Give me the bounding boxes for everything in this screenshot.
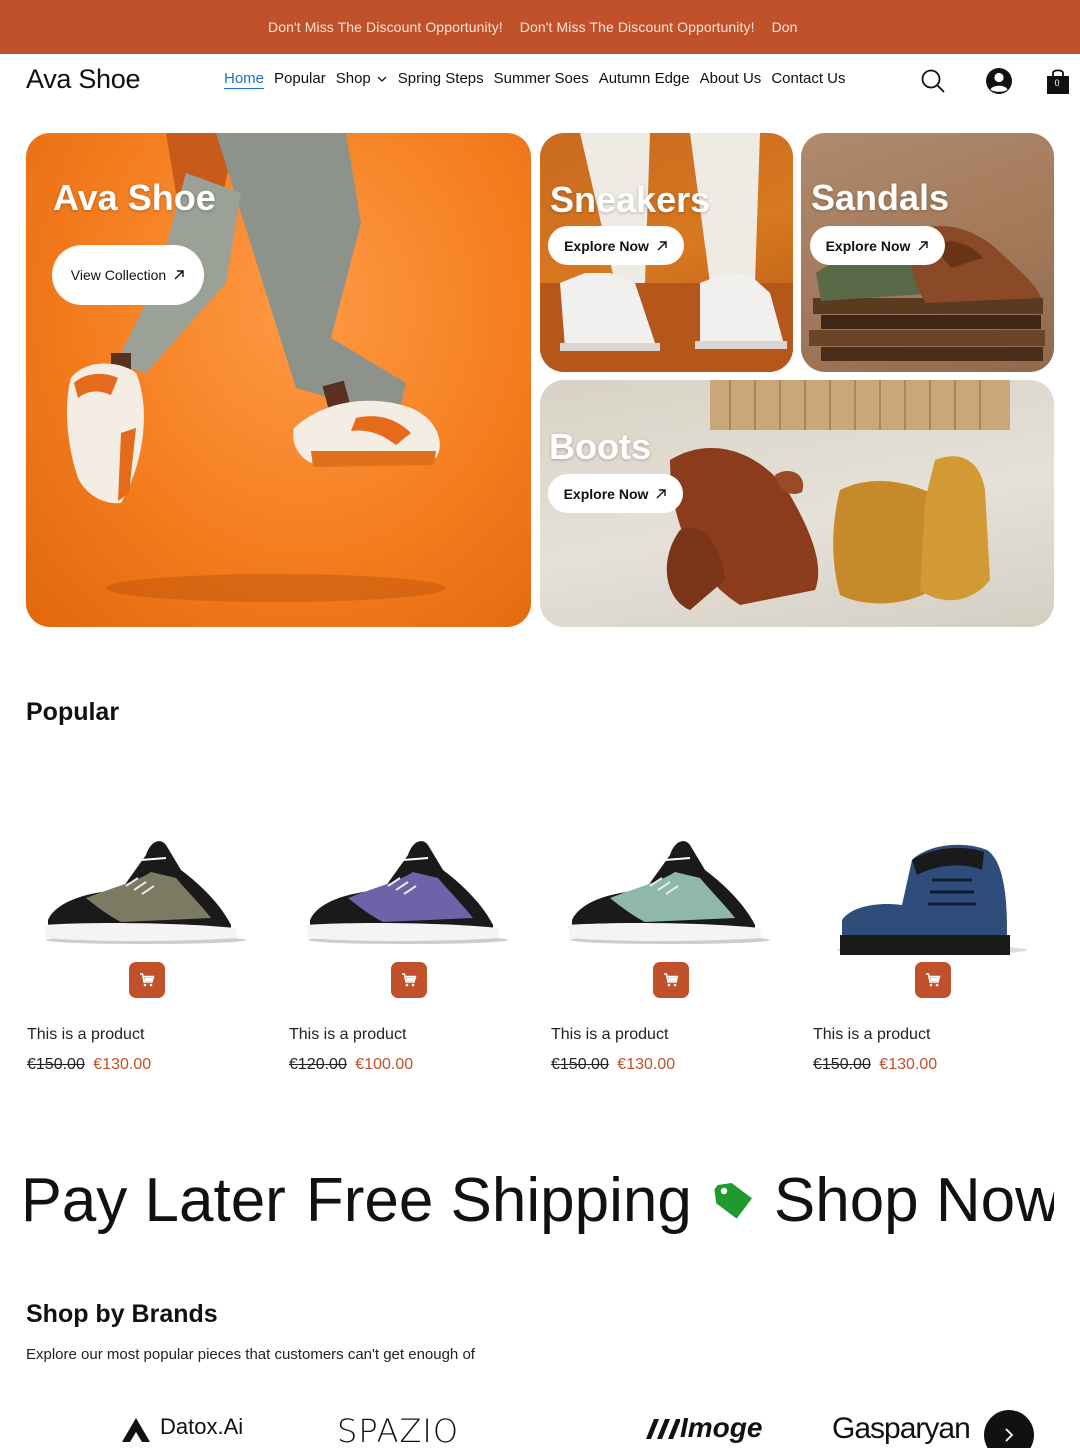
product-name[interactable]: This is a product (289, 1026, 406, 1044)
nav-contact-us[interactable]: Contact Us (771, 70, 845, 87)
arrow-up-right-icon (918, 240, 929, 250)
boots-explore-button[interactable]: Explore Now (548, 474, 683, 513)
cart-icon (664, 973, 679, 987)
cart-icon (926, 973, 941, 987)
imoge-logo-icon (646, 1419, 680, 1439)
cart-button[interactable]: 0 (1046, 66, 1070, 96)
hero-main-title: Ava Shoe (53, 177, 216, 218)
nav-about-us[interactable]: About Us (700, 70, 762, 87)
brand-logo-imoge[interactable]: Imoge (640, 1412, 762, 1444)
sneakers-explore-button[interactable]: Explore Now (548, 226, 684, 265)
add-to-cart-button[interactable] (129, 962, 165, 998)
product-name[interactable]: This is a product (813, 1026, 930, 1044)
product-price: €150.00 €130.00 (551, 1056, 675, 1074)
chevron-down-icon (377, 76, 387, 82)
cart-icon (140, 973, 155, 987)
sandals-title: Sandals (811, 177, 950, 218)
arrow-up-right-icon (174, 270, 184, 280)
sale-price: €130.00 (879, 1056, 938, 1073)
product-name[interactable]: This is a product (551, 1026, 668, 1044)
price-tag-icon (714, 1183, 752, 1219)
brand-name: SPAZIO (337, 1412, 459, 1448)
product-price: €150.00 €130.00 (27, 1056, 151, 1074)
brands-next-button[interactable] (984, 1410, 1034, 1448)
sandals-tile[interactable]: Sandals Explore Now (801, 133, 1054, 372)
arrow-up-right-icon (657, 240, 667, 250)
sneakers-title: Sneakers (550, 179, 711, 220)
view-collection-button[interactable]: View Collection (52, 245, 204, 305)
add-to-cart-button[interactable] (653, 962, 689, 998)
search-icon[interactable] (918, 66, 948, 96)
product-card[interactable]: This is a product €150.00 €130.00 (550, 810, 790, 1090)
brand-logo-gasparyan[interactable]: Gasparyan (832, 1412, 971, 1446)
nav-popular[interactable]: Popular (274, 70, 326, 87)
main-nav: Home Popular Shop Spring Steps Summer So… (224, 70, 856, 87)
site-header: Ava Shoe Home Popular Shop Spring Steps … (0, 54, 1080, 110)
nav-shop-label: Shop (335, 70, 371, 87)
nav-shop[interactable]: Shop (336, 70, 388, 87)
sale-price: €100.00 (355, 1056, 414, 1073)
product-price: €120.00 €100.00 (289, 1056, 413, 1074)
cart-icon (402, 973, 417, 987)
brand-logo-spazio[interactable]: SPAZIO (337, 1412, 459, 1448)
original-price: €150.00 (813, 1056, 871, 1073)
product-image[interactable] (812, 810, 1052, 960)
add-to-cart-button[interactable] (391, 962, 427, 998)
sandals-explore-label: Explore Now (825, 237, 911, 254)
original-price: €150.00 (27, 1056, 85, 1073)
brands-subtitle: Explore our most popular pieces that cus… (26, 1346, 475, 1363)
boots-tile[interactable]: Boots Explore Now (540, 380, 1054, 627)
arrow-up-right-icon (656, 488, 667, 498)
product-image[interactable] (550, 810, 790, 960)
product-image[interactable] (288, 810, 528, 960)
nav-home[interactable]: Home (224, 70, 264, 87)
product-image[interactable] (26, 810, 266, 960)
brands-section-title: Shop by Brands (26, 1300, 218, 1328)
datox-logo-icon (122, 1418, 150, 1442)
view-collection-label: View Collection (70, 267, 167, 283)
cart-count: 0 (1054, 78, 1060, 88)
sale-price: €130.00 (617, 1056, 676, 1073)
nav-spring-steps[interactable]: Spring Steps (398, 70, 484, 87)
sneakers-explore-label: Explore Now (564, 237, 649, 254)
brand-name: Imoge (680, 1412, 763, 1443)
product-name[interactable]: This is a product (27, 1026, 144, 1044)
popular-section-title: Popular (26, 698, 120, 726)
nav-autumn-edge[interactable]: Autumn Edge (599, 70, 690, 87)
announcement-text: Don (771, 19, 798, 35)
brand-logo-datox[interactable]: Datox.Ai (120, 1412, 243, 1442)
product-card[interactable]: This is a product €150.00 €130.00 (26, 810, 266, 1090)
nav-summer-soes[interactable]: Summer Soes (494, 70, 589, 87)
chevron-right-icon (1005, 1428, 1014, 1442)
brand-name: Datox.Ai (160, 1414, 244, 1439)
promo-marquee: , Pay Later Free Shipping Shop Now (26, 1160, 1054, 1240)
original-price: €150.00 (551, 1056, 609, 1073)
marquee-text: Free Shipping (305, 1165, 692, 1235)
announcement-bar: Don't Miss The Discount Opportunity! Don… (0, 0, 1080, 54)
original-price: €120.00 (289, 1056, 347, 1073)
sale-price: €130.00 (93, 1056, 152, 1073)
boots-explore-label: Explore Now (563, 485, 649, 502)
announcement-track: Don't Miss The Discount Opportunity! Don… (268, 0, 815, 54)
marquee-text: Shop Now (773, 1165, 1054, 1235)
site-logo[interactable]: Ava Shoe (26, 64, 141, 95)
marquee-text: , Pay Later (26, 1165, 286, 1235)
product-card[interactable]: This is a product €120.00 €100.00 (288, 810, 528, 1090)
hero-main-tile[interactable]: Ava Shoe View Collection (26, 133, 531, 627)
announcement-text: Don't Miss The Discount Opportunity! (268, 19, 503, 35)
sneakers-tile[interactable]: Sneakers Explore Now (540, 133, 793, 372)
add-to-cart-button[interactable] (915, 962, 951, 998)
product-price: €150.00 €130.00 (813, 1056, 937, 1074)
boots-title: Boots (549, 426, 651, 467)
promo-marquee-track: , Pay Later Free Shipping Shop Now (26, 1160, 1054, 1240)
sandals-explore-button[interactable]: Explore Now (810, 226, 945, 265)
announcement-text: Don't Miss The Discount Opportunity! (519, 19, 755, 35)
brand-name: Gasparyan (832, 1412, 971, 1445)
account-icon[interactable] (984, 66, 1014, 96)
product-card[interactable]: This is a product €150.00 €130.00 (812, 810, 1052, 1090)
